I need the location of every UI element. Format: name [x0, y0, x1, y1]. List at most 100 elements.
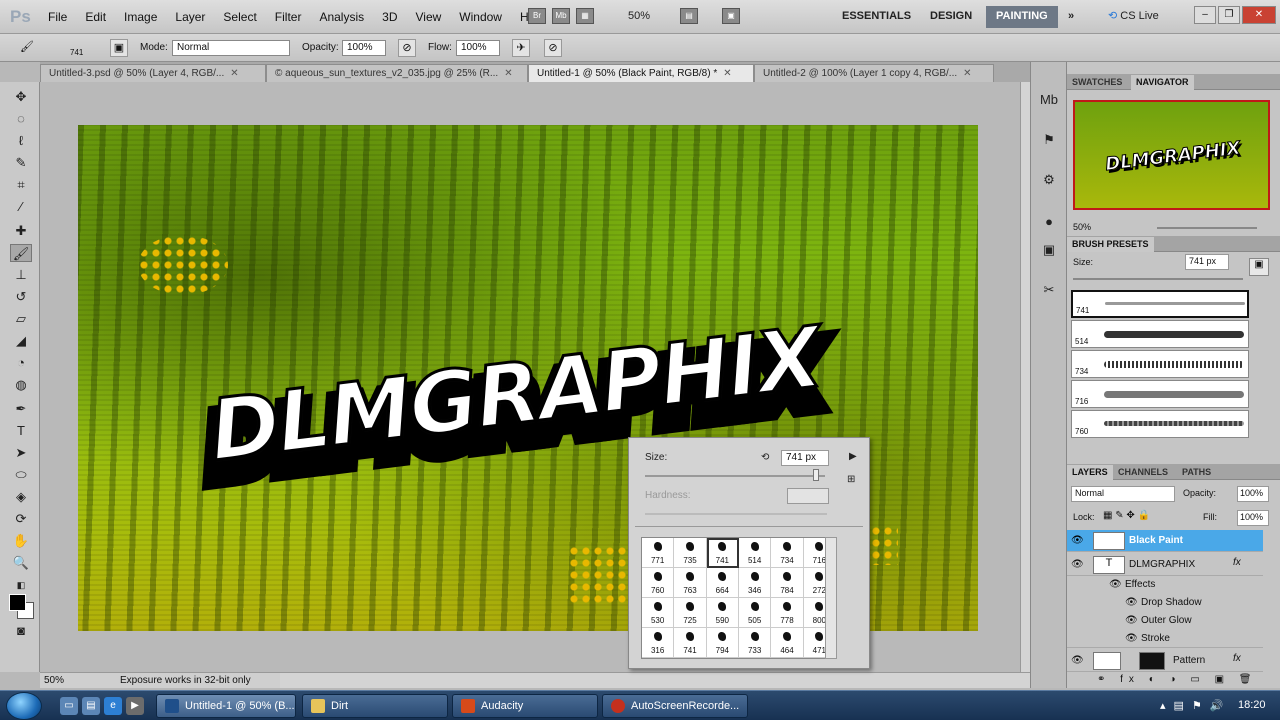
taskbar-clock[interactable]: 18:20	[1238, 699, 1266, 711]
flow-field[interactable]: 100%	[456, 40, 500, 56]
tab-brush-presets[interactable]: BRUSH PRESETS	[1067, 237, 1154, 252]
quick-mask-icon[interactable]: ◙	[10, 622, 32, 640]
menu-window[interactable]: Window	[459, 10, 511, 24]
taskbar-audacity[interactable]: Audacity	[452, 694, 598, 718]
effect-eye-icon[interactable]: 👁	[1125, 597, 1138, 608]
brush-tip[interactable]: 771	[642, 538, 675, 568]
tab-untitled-2[interactable]: Untitled-2 @ 100% (Layer 1 copy 4, RGB/.…	[754, 64, 994, 82]
mode-select[interactable]: Normal	[172, 40, 290, 56]
layer-dlmgraphix[interactable]: 👁 T DLMGRAPHIX fx	[1067, 554, 1263, 576]
tab-layers[interactable]: LAYERS	[1067, 465, 1113, 480]
brush-tip[interactable]: 664	[706, 568, 739, 598]
media-icon[interactable]: ▶	[126, 697, 144, 715]
fx-icon[interactable]: fx	[1233, 653, 1241, 664]
crop-tool-icon[interactable]: ⌗	[10, 176, 32, 194]
cs-live-button[interactable]: ⟲ CS Live	[1108, 9, 1159, 22]
brush-tip[interactable]: 530	[642, 598, 675, 628]
menu-filter[interactable]: Filter	[275, 10, 311, 24]
effects-eye-icon[interactable]: 👁	[1109, 579, 1122, 590]
workspace-more[interactable]: »	[1058, 6, 1084, 28]
menu-analysis[interactable]: Analysis	[319, 10, 373, 24]
brush-tip[interactable]: 464	[771, 628, 804, 658]
dodge-tool-icon[interactable]: ◍	[10, 376, 32, 394]
opacity-field[interactable]: 100%	[342, 40, 386, 56]
lock-icons[interactable]: ▦ ✎ ✥ 🔒	[1103, 510, 1150, 521]
brush-tip[interactable]: 733	[738, 628, 772, 658]
clone-source-panel-icon[interactable]: ▣	[1039, 240, 1059, 260]
tab-aqueous-texture[interactable]: © aqueous_sun_textures_v2_035.jpg @ 25% …	[266, 64, 528, 82]
move-tool-icon[interactable]: ✥	[10, 88, 32, 106]
menu-view[interactable]: View	[415, 10, 450, 24]
eraser-tool-icon[interactable]: ▱	[10, 310, 32, 328]
history-panel-icon[interactable]: ⚑	[1039, 130, 1059, 150]
zoom-tool-icon[interactable]: 🔍	[10, 554, 32, 572]
quick-select-tool-icon[interactable]: ✎	[10, 154, 32, 172]
history-brush-tool-icon[interactable]: ↺	[10, 288, 32, 306]
actions-panel-icon[interactable]: ⚙	[1039, 170, 1059, 190]
brush-panel-icon[interactable]: ▣	[110, 39, 128, 57]
3d-orbit-tool-icon[interactable]: ⟳	[10, 510, 32, 528]
tab-channels[interactable]: CHANNELS	[1113, 465, 1173, 480]
healing-brush-tool-icon[interactable]: ✚	[10, 222, 32, 240]
flag-icon[interactable]: ⚑	[1192, 699, 1202, 712]
screen-mode-icon[interactable]: ▣	[722, 8, 741, 24]
close-icon[interactable]: ✕	[1242, 6, 1276, 24]
menu-image[interactable]: Image	[124, 10, 166, 24]
network-icon[interactable]: ▤	[1174, 699, 1184, 712]
close-tab-icon[interactable]: ✕	[230, 68, 238, 79]
horizontal-scrollbar[interactable]	[280, 672, 1030, 688]
brush-preset-row[interactable]: 734	[1071, 350, 1249, 378]
brush-tip-selected[interactable]: 741	[706, 538, 739, 568]
status-zoom[interactable]: 50%	[44, 675, 64, 686]
menu-layer[interactable]: Layer	[175, 10, 214, 24]
volume-icon[interactable]: 🔊	[1210, 699, 1224, 712]
fx-icon[interactable]: fx	[1233, 557, 1241, 568]
navigator-zoom[interactable]: 50%	[1073, 222, 1091, 232]
3d-rotate-tool-icon[interactable]: ◈	[10, 488, 32, 506]
menu-edit[interactable]: Edit	[85, 10, 115, 24]
minimize-icon[interactable]: –	[1194, 6, 1216, 24]
brush-tip[interactable]: 734	[771, 538, 804, 568]
eyedropper-tool-icon[interactable]: ⁄	[10, 198, 32, 216]
brush-tip[interactable]: 735	[674, 538, 707, 568]
arrange-documents-icon[interactable]: ▤	[680, 8, 699, 24]
picker-size-slider-thumb[interactable]	[813, 469, 819, 481]
eye-icon[interactable]: 👁	[1071, 535, 1084, 546]
layer-pattern[interactable]: 👁 Pattern fx	[1067, 650, 1263, 672]
effect-outer-glow[interactable]: 👁 Outer Glow	[1067, 612, 1263, 630]
tool-presets-panel-icon[interactable]: ✂	[1039, 280, 1059, 300]
fill-field[interactable]: 100%	[1237, 510, 1269, 526]
brush-tip[interactable]: 741	[674, 628, 707, 658]
brush-preset-row[interactable]: 514	[1071, 320, 1249, 348]
presets-size-slider[interactable]	[1073, 278, 1243, 280]
pen-tool-icon[interactable]: ✒	[10, 400, 32, 418]
blend-mode-select[interactable]: Normal	[1071, 486, 1175, 502]
brush-preset-row[interactable]: 760	[1071, 410, 1249, 438]
brush-tip[interactable]: 590	[706, 598, 739, 628]
picker-scrollbar[interactable]	[825, 537, 837, 659]
vertical-scrollbar[interactable]	[1020, 82, 1030, 672]
taskbar-photoshop[interactable]: Untitled-1 @ 50% (B...	[156, 694, 296, 718]
taskbar-dirt-folder[interactable]: Dirt	[302, 694, 448, 718]
hand-tool-icon[interactable]: ✋	[10, 532, 32, 550]
brush-preset-row[interactable]: 716	[1071, 380, 1249, 408]
paint-bucket-tool-icon[interactable]: ◢	[10, 332, 32, 350]
picker-menu-icon[interactable]: ▶	[849, 451, 857, 462]
close-tab-icon[interactable]: ✕	[963, 68, 971, 79]
brush-tip[interactable]: 514	[738, 538, 772, 568]
view-extras-icon[interactable]: ▦	[576, 8, 594, 24]
brush-tip[interactable]: 505	[738, 598, 772, 628]
close-tab-icon[interactable]: ✕	[723, 68, 731, 79]
default-colors-icon[interactable]: ◧	[10, 576, 32, 594]
brush-tool-icon[interactable]: 🖌	[18, 39, 36, 57]
close-tab-icon[interactable]: ✕	[504, 68, 512, 79]
workspace-essentials[interactable]: ESSENTIALS	[832, 6, 921, 28]
brush-size-value[interactable]: 741	[70, 48, 83, 57]
blur-tool-icon[interactable]: ◔	[10, 354, 32, 372]
layers-footer-icons[interactable]: ⚭ fx ◐ ◑ ▭ ▣ 🗑	[1097, 674, 1258, 685]
effect-drop-shadow[interactable]: 👁 Drop Shadow	[1067, 594, 1263, 612]
brush-tip[interactable]: 778	[771, 598, 804, 628]
navigator-zoom-slider[interactable]	[1157, 227, 1257, 229]
type-tool-icon[interactable]: T	[10, 422, 32, 440]
navigator-thumbnail[interactable]: DLMGRAPHIX	[1073, 100, 1270, 210]
